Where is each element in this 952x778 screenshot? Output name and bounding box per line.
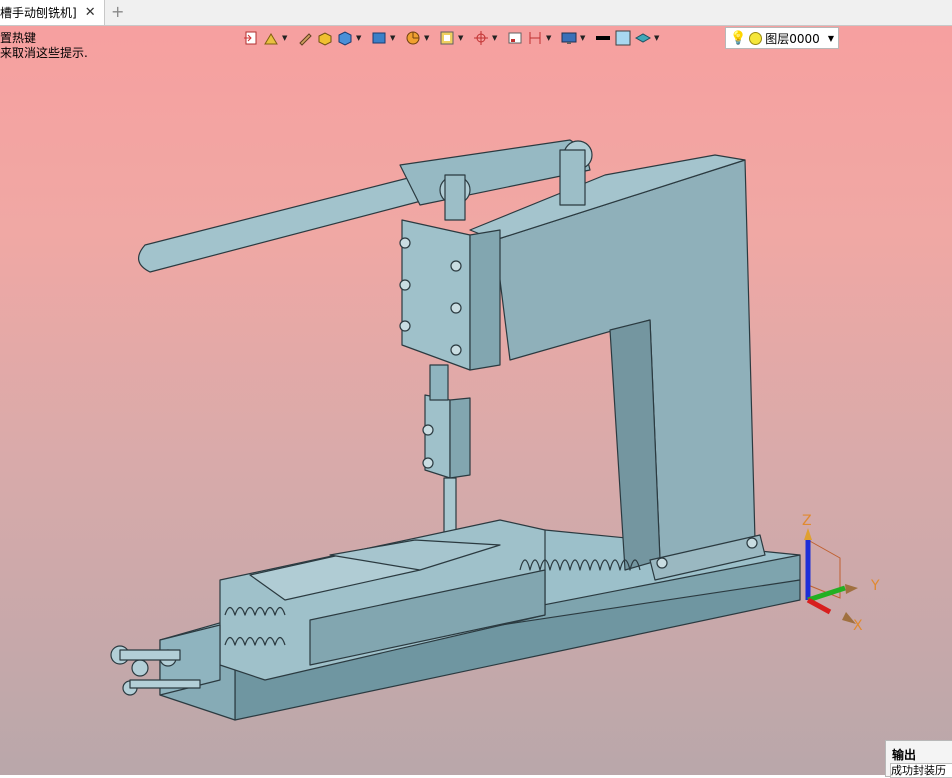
machine-model: Z Y X [110,139,880,721]
axis-triad: Z Y X [802,513,880,634]
document-tab-label: 槽手动刨铣机] [0,6,77,20]
feature-icon[interactable] [370,29,388,47]
import-icon[interactable] [242,29,260,47]
output-title: 输出 [892,748,917,762]
new-tab-icon[interactable]: + [111,2,124,21]
screen-icon[interactable] [560,29,578,47]
document-tab-bar: 槽手动刨铣机] ✕ + [0,0,952,26]
output-panel: 输出 成功封装历 [885,740,952,778]
dimension-icon[interactable] [526,29,544,47]
edit-icon[interactable] [296,29,314,47]
dimension-dropdown-icon[interactable]: ▼ [546,34,554,42]
pie-icon[interactable] [404,29,422,47]
chevron-down-icon: ▼ [827,33,834,43]
layer-label: 图层0000 [765,31,820,46]
sketch-dropdown-icon[interactable]: ▼ [282,34,290,42]
frame-dropdown-icon[interactable]: ▼ [458,34,466,42]
hint-line-2: 来取消这些提示. [0,46,88,60]
cross-target-icon[interactable] [472,29,490,47]
solid-box-icon[interactable] [336,29,354,47]
solid-dropdown-icon[interactable]: ▼ [356,34,364,42]
axis-x-label: X [853,618,863,634]
3d-viewport[interactable]: Z Y X [0,0,952,775]
layer-stack-dropdown-icon[interactable]: ▼ [654,34,662,42]
screen-dropdown-icon[interactable]: ▼ [580,34,588,42]
document-tab[interactable]: 槽手动刨铣机] ✕ [0,0,105,25]
layer-stack-icon[interactable] [634,29,652,47]
fill-color-icon[interactable] [614,29,632,47]
view-icon[interactable] [506,29,524,47]
sketch-icon[interactable] [262,29,280,47]
handle-lever [138,174,426,273]
axis-y-label: Y [870,578,880,594]
hint-text: 置热键 来取消这些提示. [0,31,88,61]
quick-toolbar: ▼ ▼ ▼ ▼ ▼ ▼ ▼ ▼ ▼ [242,27,668,49]
shape-icon[interactable] [316,29,334,47]
lightbulb-icon: 💡 [730,30,747,46]
target-dropdown-icon[interactable]: ▼ [492,34,500,42]
layer-color-dot-icon [749,31,763,45]
pie-dropdown-icon[interactable]: ▼ [424,34,432,42]
feature-dropdown-icon[interactable]: ▼ [390,34,398,42]
axis-z-label: Z [802,513,812,529]
hint-line-1: 置热键 [0,31,37,45]
frame-icon[interactable] [438,29,456,47]
layer-selector[interactable]: 💡 图层0000 ▼ [725,27,839,49]
output-line: 成功封装历 [890,763,952,778]
line-color-icon[interactable] [594,29,612,47]
close-icon[interactable]: ✕ [85,5,96,20]
